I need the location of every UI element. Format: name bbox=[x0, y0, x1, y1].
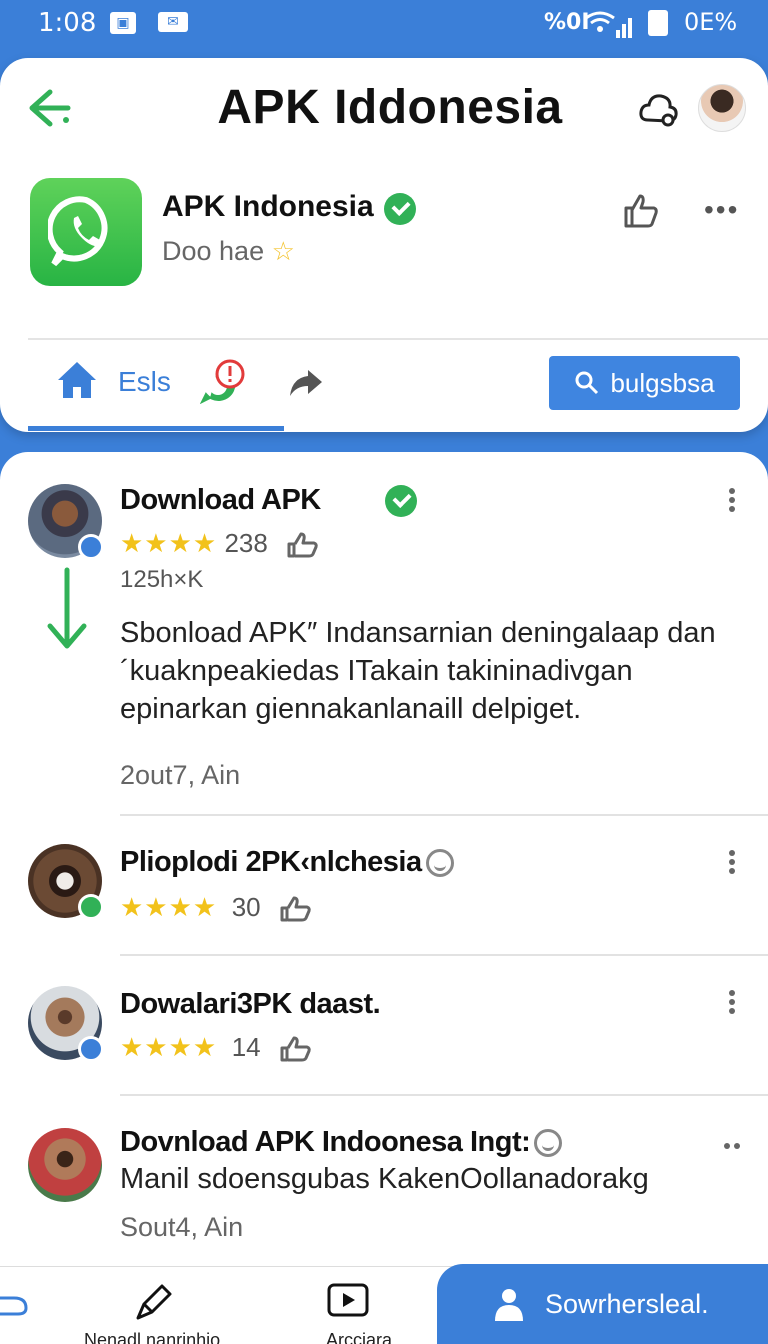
feed-item-title-text: Dovnload APK Indoonesa Ingt: bbox=[120, 1126, 531, 1158]
play-video-icon[interactable] bbox=[326, 1282, 370, 1322]
verified-badge-icon bbox=[78, 534, 104, 560]
app-icon bbox=[30, 178, 142, 286]
verified-badge-icon bbox=[78, 894, 104, 920]
feed-item-body: Manil sdoensgubas KakenOollanadorakg bbox=[120, 1163, 649, 1195]
feed bbox=[0, 452, 768, 1344]
feed-item-title[interactable]: Download APK bbox=[120, 484, 321, 517]
thumbs-up-outline-icon[interactable] bbox=[620, 190, 660, 230]
divider bbox=[28, 338, 768, 340]
feed-item-title-text: Plioplodi 2PK‹nlchesia bbox=[120, 846, 422, 878]
home-icon[interactable] bbox=[56, 360, 98, 400]
cloud-icon[interactable] bbox=[638, 90, 678, 130]
feed-item-body: Sbonload APK″ Indansarnian deningalaap d… bbox=[120, 617, 716, 725]
cloud-nav-icon[interactable] bbox=[0, 1290, 30, 1320]
subscribe-button-label: Sowrhersleal. bbox=[545, 1288, 709, 1319]
download-badge-icon bbox=[78, 1036, 104, 1062]
battery-icon bbox=[648, 10, 668, 36]
more-options-icon[interactable] bbox=[722, 488, 742, 518]
avatar[interactable] bbox=[28, 844, 104, 920]
thumbs-up-icon[interactable] bbox=[280, 896, 312, 922]
star-icon: ☆ bbox=[271, 236, 295, 266]
subscribe-button[interactable]: Sowrhersleal. bbox=[437, 1264, 768, 1344]
rating-count: 30 bbox=[231, 892, 261, 922]
status-bar: 1:08 ▣ ✉ %0I 0E% bbox=[0, 0, 768, 56]
more-options-icon[interactable] bbox=[722, 850, 742, 880]
app-subtitle: Doo hae ☆ bbox=[162, 236, 295, 267]
photo-notification-icon: ▣ bbox=[110, 12, 136, 34]
avatar[interactable] bbox=[28, 1128, 102, 1202]
app-subtitle-text: Doo hae bbox=[162, 236, 265, 266]
feed-item-date: Sout4, Ain bbox=[120, 1212, 244, 1242]
nav-label-edit[interactable]: Nenadl nanrinhio bbox=[84, 1330, 220, 1344]
thumbs-up-icon[interactable] bbox=[287, 532, 319, 558]
avatar[interactable] bbox=[28, 986, 104, 1062]
feed-item-title[interactable]: Dowalari3PK daast. bbox=[120, 988, 381, 1021]
tab-active-label[interactable]: Esls bbox=[118, 366, 171, 398]
status-time: 1:08 bbox=[38, 8, 97, 38]
page-title: APK Iddonesia bbox=[217, 81, 563, 134]
divider bbox=[120, 1094, 768, 1096]
search-button-label: bulgsbsa bbox=[610, 367, 715, 398]
rating-row: ★★★★ 30 bbox=[120, 892, 312, 923]
star-rating: ★★★★ bbox=[120, 528, 218, 558]
share-arrow-icon[interactable] bbox=[288, 364, 324, 400]
search-icon bbox=[575, 371, 599, 395]
app-name: APK Indonesia bbox=[162, 190, 374, 223]
feed-item-date: 2out7, Ain bbox=[120, 760, 241, 790]
wifi-signal-icon bbox=[585, 11, 632, 38]
user-icon bbox=[495, 1289, 523, 1321]
feed-item-title[interactable]: Dovnload APK Indoonesa Ingt: bbox=[120, 1126, 563, 1159]
battery-percent: 0E% bbox=[684, 8, 738, 36]
more-options-icon[interactable] bbox=[722, 990, 742, 1020]
rating-count: 14 bbox=[231, 1032, 261, 1062]
back-arrow-icon[interactable] bbox=[28, 88, 72, 128]
user-avatar[interactable] bbox=[698, 84, 746, 132]
star-rating: ★★★★ bbox=[120, 892, 218, 922]
chat-alert-icon[interactable] bbox=[200, 358, 248, 404]
divider bbox=[120, 954, 768, 956]
verified-icon bbox=[385, 485, 417, 517]
avatar[interactable] bbox=[28, 484, 104, 560]
emoji-icon bbox=[425, 849, 454, 878]
search-button[interactable]: bulgsbsa bbox=[549, 356, 740, 410]
emoji-icon bbox=[534, 1129, 563, 1158]
rating-row: ★★★★ 14 bbox=[120, 1032, 312, 1063]
thumbs-up-icon[interactable] bbox=[280, 1036, 312, 1062]
pen-icon[interactable] bbox=[130, 1282, 174, 1322]
more-options-icon[interactable]: ••• bbox=[704, 194, 739, 226]
star-rating: ★★★★ bbox=[120, 1032, 218, 1062]
message-notification-icon: ✉ bbox=[158, 12, 188, 32]
rating-row: ★★★★ 238 bbox=[120, 528, 319, 559]
divider bbox=[120, 814, 768, 816]
feed-item-title[interactable]: Plioplodi 2PK‹nlchesia bbox=[120, 846, 454, 879]
download-arrow-icon[interactable] bbox=[46, 566, 88, 652]
rating-count: 238 bbox=[224, 528, 268, 558]
active-tab-indicator bbox=[28, 426, 284, 431]
feed-item-meta: 125h×K bbox=[120, 566, 204, 593]
nav-label-video[interactable]: Arcciara bbox=[326, 1330, 392, 1344]
whatsapp-icon bbox=[48, 196, 108, 267]
verified-icon bbox=[384, 193, 416, 225]
